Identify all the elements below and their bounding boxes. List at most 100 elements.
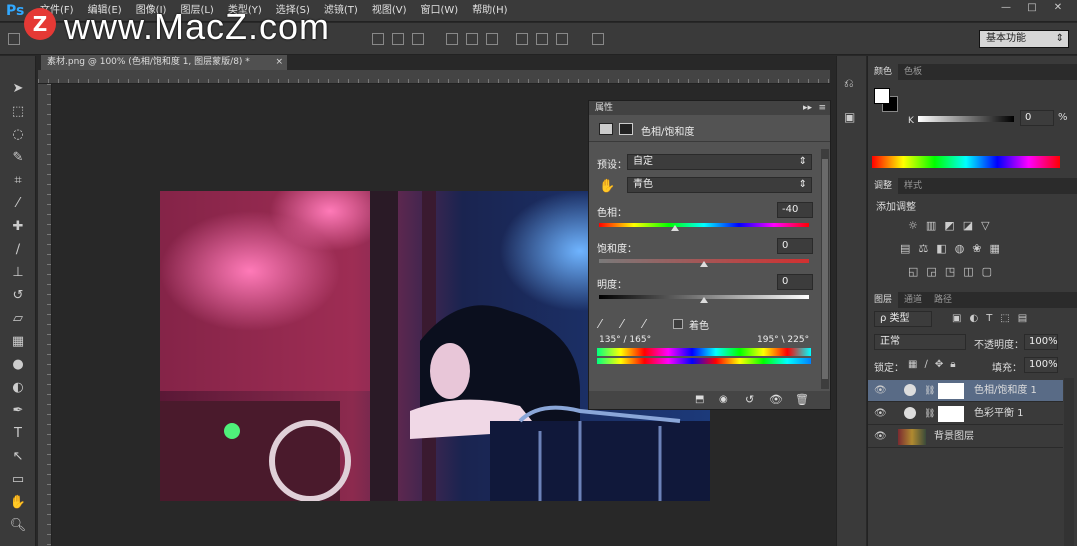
workspace-select[interactable]: 基本功能 ⇕ <box>979 30 1069 48</box>
history-panel-icon[interactable]: ⎌ <box>844 76 854 91</box>
healing-tool-icon[interactable]: ✚ <box>8 218 28 236</box>
mask-icon[interactable] <box>619 123 633 135</box>
move-tool-icon[interactable]: ➤ <box>8 80 28 98</box>
k-slider[interactable] <box>918 116 1014 122</box>
close-button[interactable]: ✕ <box>1047 2 1069 14</box>
tab-paths[interactable]: 路径 <box>928 292 958 308</box>
shape-tool-icon[interactable]: ▭ <box>8 471 28 489</box>
eraser-tool-icon[interactable]: ▱ <box>8 310 28 328</box>
black-white-icon[interactable]: ◧ <box>936 242 946 255</box>
adjustment-icon[interactable] <box>599 123 613 135</box>
eyedropper-plus-icon[interactable]: ⁄ <box>621 317 623 331</box>
hue-saturation-icon[interactable]: ▤ <box>900 242 910 255</box>
curves-icon[interactable]: ◩ <box>944 219 954 232</box>
clip-to-layer-icon[interactable]: ⬒ <box>695 394 704 405</box>
eyedropper-tool-icon[interactable]: ⁄ <box>8 195 28 213</box>
color-spectrum-bar[interactable] <box>872 156 1060 168</box>
lock-image-icon[interactable]: ∕ <box>924 359 927 370</box>
properties-panel-icon[interactable]: ▣ <box>844 110 855 124</box>
view-previous-icon[interactable]: ◉ <box>719 394 728 405</box>
hue-input[interactable]: -40 <box>777 202 813 218</box>
color-balance-icon[interactable]: ⚖ <box>918 242 928 255</box>
path-select-tool-icon[interactable]: ↖ <box>8 448 28 466</box>
colorize-checkbox[interactable] <box>673 319 683 329</box>
saturation-slider-thumb[interactable] <box>700 261 708 267</box>
posterize-icon[interactable]: ◲ <box>926 265 936 278</box>
hand-tool-icon[interactable]: ✋ <box>8 494 28 512</box>
quick-select-tool-icon[interactable]: ✎ <box>8 149 28 167</box>
saturation-input[interactable]: 0 <box>777 238 813 254</box>
pen-tool-icon[interactable]: ✒ <box>8 402 28 420</box>
tab-styles[interactable]: 样式 <box>898 178 928 194</box>
gradient-map-icon[interactable]: ◫ <box>963 265 973 278</box>
properties-scrollbar[interactable] <box>821 149 829 389</box>
scrollbar-thumb[interactable] <box>822 159 828 379</box>
distribute-top-icon[interactable] <box>516 33 528 45</box>
align-hcenter-icon[interactable] <box>466 33 478 45</box>
delete-icon[interactable]: 🗑︎ <box>795 393 809 406</box>
blur-tool-icon[interactable]: ● <box>8 356 28 374</box>
brightness-icon[interactable]: ☼ <box>908 219 918 232</box>
distribute-vcenter-icon[interactable] <box>536 33 548 45</box>
layer-mask-thumbnail[interactable] <box>938 406 964 422</box>
menu-help[interactable]: 帮助(H) <box>472 0 507 22</box>
maximize-button[interactable]: □ <box>1021 2 1043 14</box>
layer-row-background[interactable]: 👁︎ 背景图层 <box>868 426 1063 448</box>
filter-smart-icon[interactable]: ▤ <box>1018 313 1027 324</box>
hand-adjust-icon[interactable]: ✋ <box>599 179 615 194</box>
selective-color-icon[interactable]: ▢ <box>982 265 992 278</box>
crop-tool-icon[interactable]: ⌗ <box>8 172 28 190</box>
menu-view[interactable]: 视图(V) <box>372 0 407 22</box>
document-tab-close[interactable]: × <box>275 55 283 70</box>
document-tab[interactable]: 素材.png @ 100% (色相/饱和度 1, 图层蒙版/8) * × <box>41 55 287 70</box>
minimize-button[interactable]: — <box>995 2 1017 14</box>
panel-collapse-icon[interactable]: ▸▸ <box>803 101 812 115</box>
lightness-slider-thumb[interactable] <box>700 297 708 303</box>
color-lookup-icon[interactable]: ▦ <box>990 242 1000 255</box>
lock-position-icon[interactable]: ✥ <box>935 359 943 370</box>
tab-channels[interactable]: 通道 <box>898 292 928 308</box>
threshold-icon[interactable]: ◳ <box>945 265 955 278</box>
lasso-tool-icon[interactable]: ◌ <box>8 126 28 144</box>
tab-color[interactable]: 颜色 <box>868 64 899 80</box>
align-right-icon[interactable] <box>486 33 498 45</box>
photo-filter-icon[interactable]: ◍ <box>955 242 965 255</box>
panel-menu-icon[interactable]: ≡ <box>818 101 826 115</box>
layer-mask-thumbnail[interactable] <box>938 383 964 399</box>
history-brush-tool-icon[interactable]: ↺ <box>8 287 28 305</box>
filter-pixel-icon[interactable]: ▣ <box>952 313 961 324</box>
lock-all-icon[interactable]: 🔒︎ <box>950 359 955 370</box>
dodge-tool-icon[interactable]: ◐ <box>8 379 28 397</box>
filter-type-icon[interactable]: T <box>986 313 992 324</box>
channel-mixer-icon[interactable]: ❀ <box>972 242 981 255</box>
fill-input[interactable]: 100% <box>1024 357 1058 373</box>
hue-slider-thumb[interactable] <box>670 225 679 231</box>
align-top-icon[interactable] <box>372 33 384 45</box>
filter-shape-icon[interactable]: ⬚ <box>1000 313 1009 324</box>
exposure-icon[interactable]: ◪ <box>963 219 973 232</box>
vibrance-icon[interactable]: ▽ <box>981 219 989 232</box>
lightness-input[interactable]: 0 <box>777 274 813 290</box>
tab-adjustments[interactable]: 调整 <box>868 178 899 194</box>
layer-filter-select[interactable]: ρ 类型 <box>874 311 932 327</box>
hue-slider[interactable] <box>599 223 809 227</box>
menu-window[interactable]: 窗口(W) <box>420 0 458 22</box>
layer-row-color-balance[interactable]: 👁︎ ⛓ 色彩平衡 1 <box>868 403 1063 425</box>
tab-swatches[interactable]: 色板 <box>898 64 928 80</box>
blend-mode-select[interactable]: 正常 <box>874 334 966 350</box>
preset-select[interactable]: 自定 ⇕ <box>627 154 812 170</box>
eyedropper-icon[interactable]: ⁄ <box>599 317 601 331</box>
levels-icon[interactable]: ▥ <box>926 219 936 232</box>
eyedropper-minus-icon[interactable]: ⁄ <box>643 317 645 331</box>
type-tool-icon[interactable]: T <box>8 425 28 443</box>
marquee-tool-icon[interactable]: ⬚ <box>8 103 28 121</box>
align-bottom-icon[interactable] <box>412 33 424 45</box>
k-input[interactable]: 0 <box>1020 110 1054 126</box>
channel-select[interactable]: 青色 ⇕ <box>627 177 812 193</box>
color-range-bar-bottom[interactable] <box>597 358 811 364</box>
visibility-eye-icon[interactable]: 👁︎ <box>874 408 887 420</box>
tool-preset-icon[interactable] <box>8 33 20 45</box>
filter-adjust-icon[interactable]: ◐ <box>969 313 978 324</box>
align-left-icon[interactable] <box>446 33 458 45</box>
layers-scrollbar[interactable] <box>1064 378 1074 546</box>
